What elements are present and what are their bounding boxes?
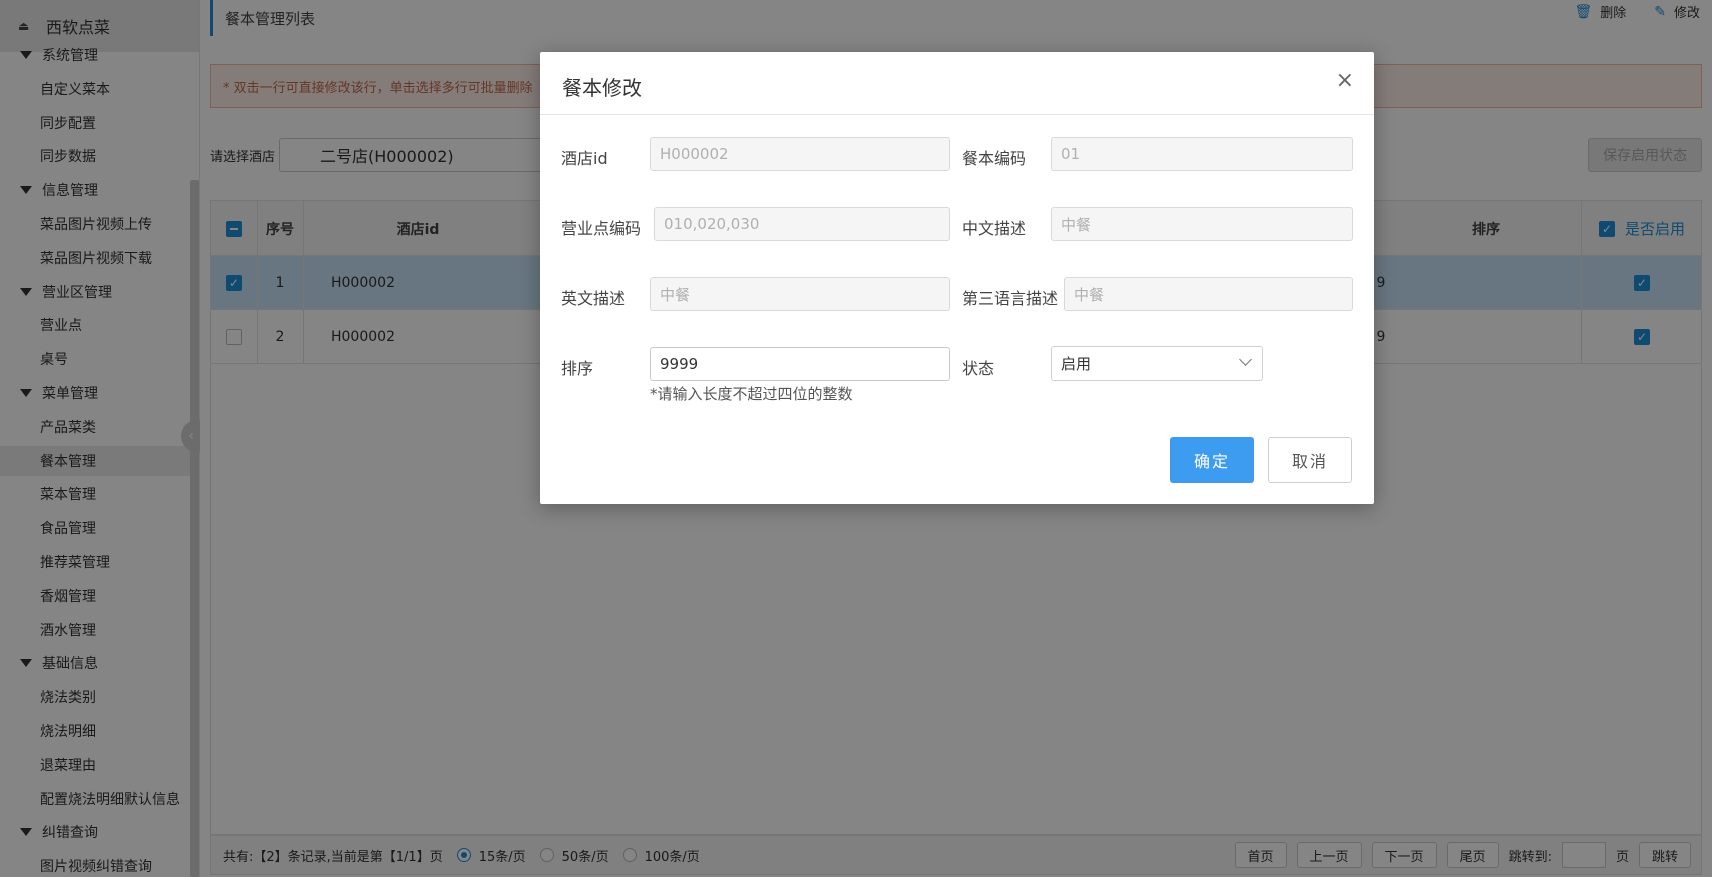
dialog-title: 餐本修改 [562, 76, 642, 100]
cn-desc-field[interactable]: 中餐 [1051, 207, 1353, 241]
status-value: 启用 [1061, 355, 1092, 373]
sort-hint: *请输入长度不超过四位的整数 [650, 385, 853, 403]
third-lang-desc-field[interactable]: 中餐 [1064, 277, 1353, 311]
menu-code-label: 餐本编码 [962, 149, 1027, 168]
close-icon[interactable]: × [1336, 70, 1354, 92]
cancel-button[interactable]: 取消 [1268, 437, 1352, 483]
en-desc-label: 英文描述 [561, 289, 626, 308]
cn-desc-label: 中文描述 [962, 219, 1027, 238]
confirm-button[interactable]: 确定 [1170, 437, 1254, 483]
outlet-code-label: 营业点编码 [561, 219, 642, 238]
hotel-id-field[interactable]: H000002 [650, 137, 950, 171]
edit-menu-dialog: 餐本修改 × 酒店id H000002 餐本编码 01 营业点编码 010,02… [540, 52, 1374, 504]
status-label: 状态 [962, 359, 995, 378]
sort-label: 排序 [561, 359, 594, 378]
hotel-id-label: 酒店id [561, 149, 608, 168]
dialog-header: 餐本修改 × [540, 52, 1374, 115]
chevron-down-icon [1239, 353, 1252, 366]
en-desc-field[interactable]: 中餐 [650, 277, 950, 311]
status-select[interactable]: 启用 [1051, 346, 1263, 381]
sort-field[interactable]: 9999 [650, 347, 950, 381]
third-lang-desc-label: 第三语言描述 [962, 289, 1059, 308]
menu-code-field[interactable]: 01 [1051, 137, 1353, 171]
outlet-code-field[interactable]: 010,020,030 [654, 207, 950, 241]
